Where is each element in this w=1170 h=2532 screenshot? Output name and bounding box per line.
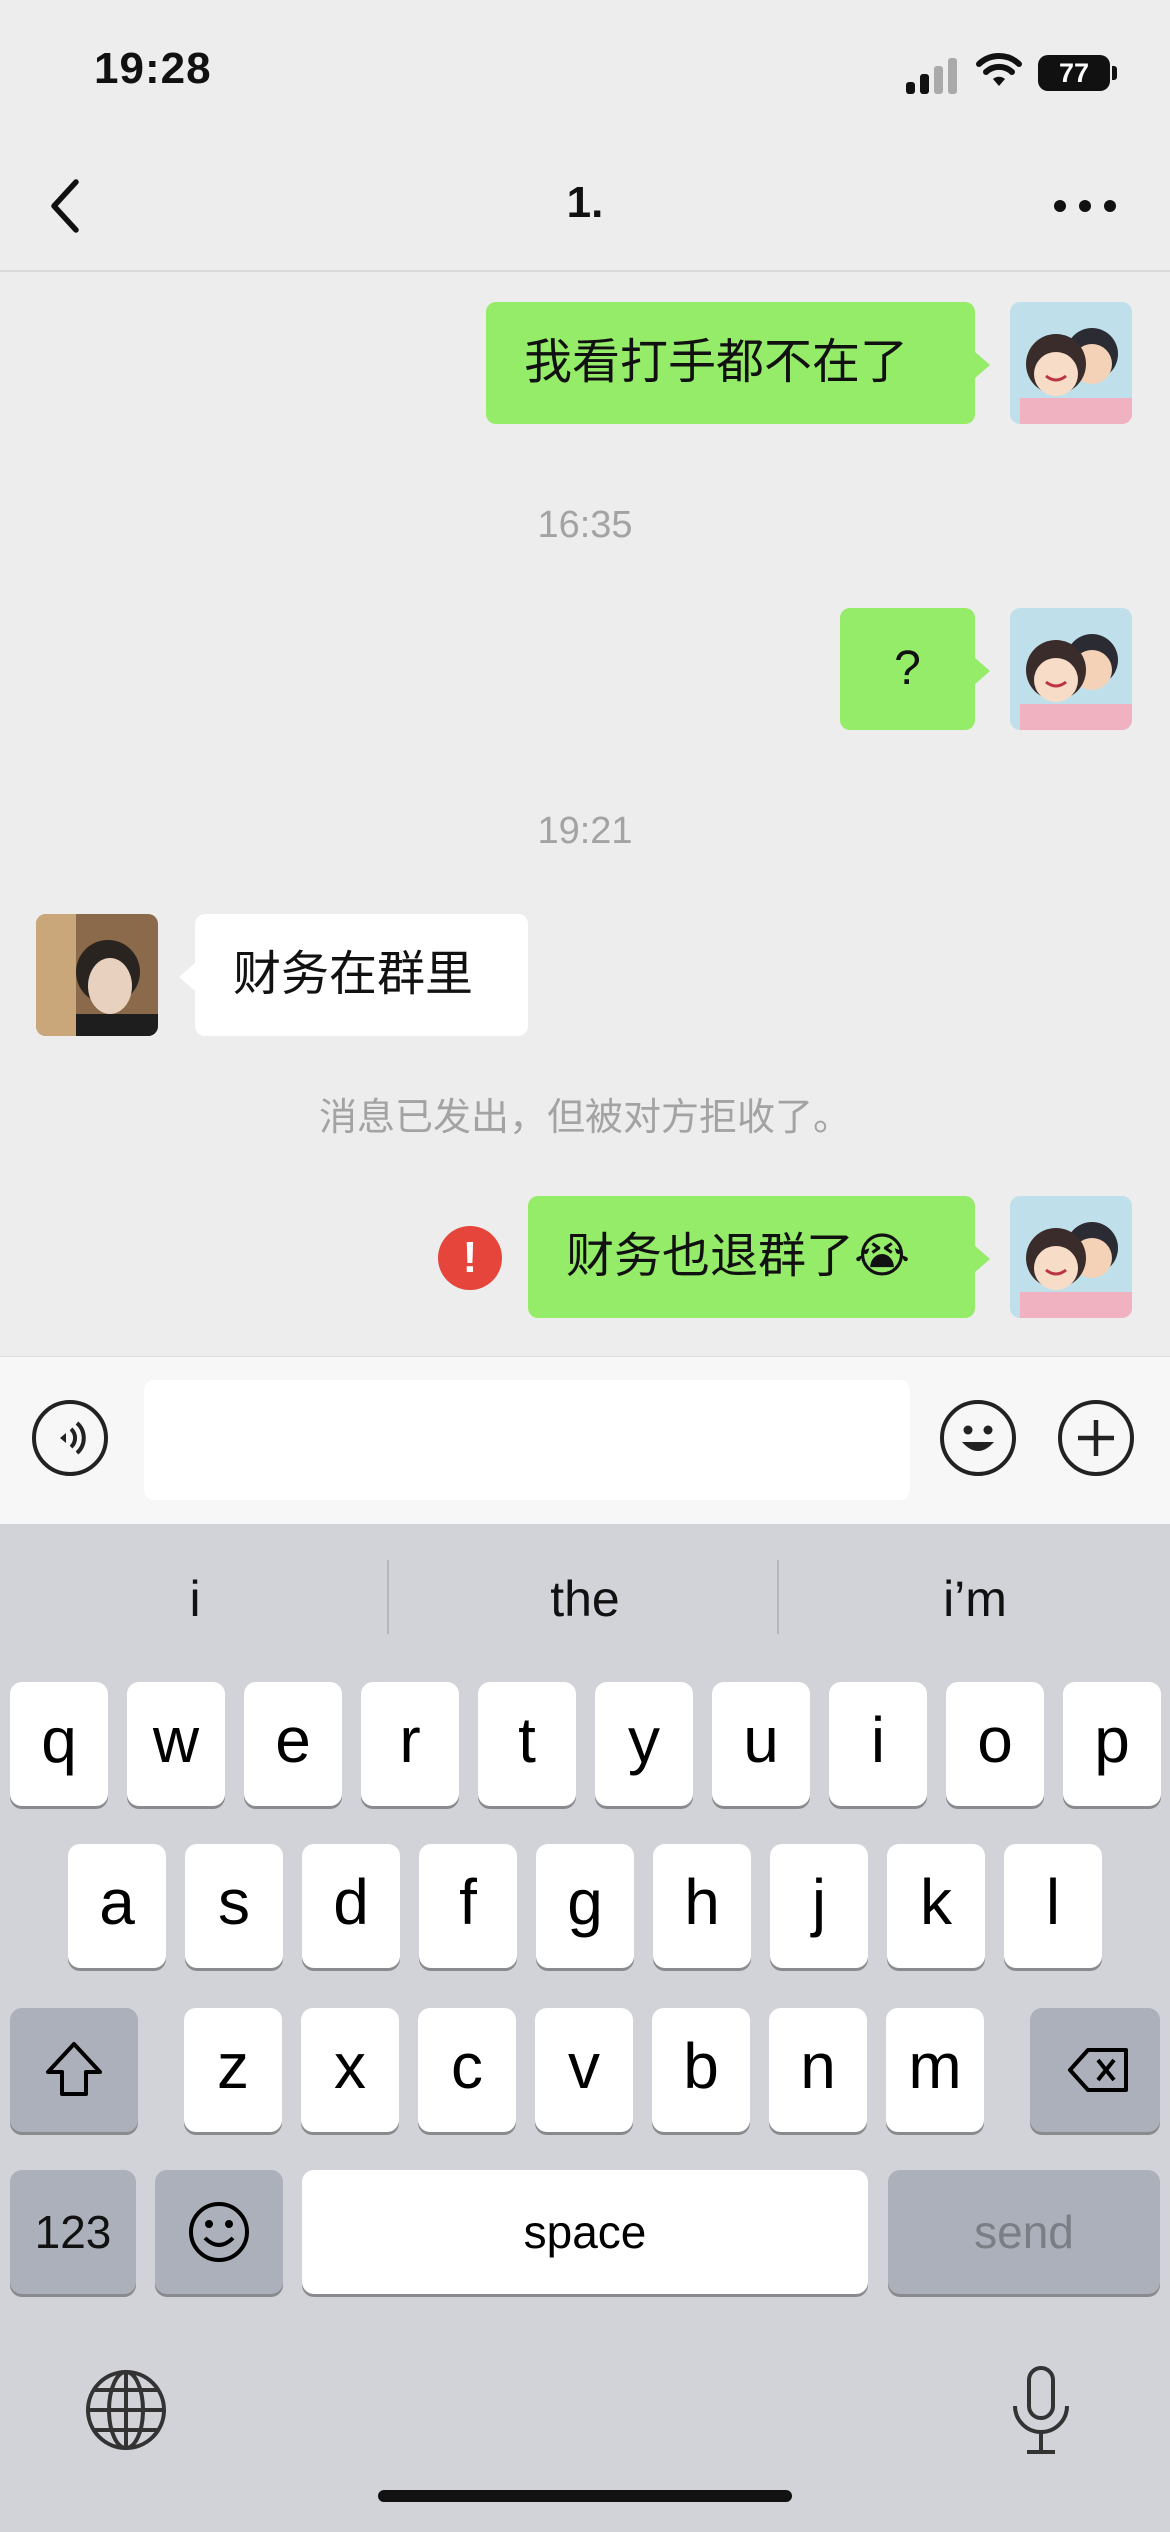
plus-icon [1078,1420,1114,1456]
home-indicator [378,2490,792,2502]
message-bubble-sent[interactable]: 我看打手都不在了 [486,302,975,424]
backspace-icon [1068,2048,1128,2092]
key-n[interactable]: n [769,2008,867,2132]
key-h[interactable]: h [653,1844,751,1968]
key-l[interactable]: l [1004,1844,1102,1968]
shift-icon [46,2042,102,2096]
send-key[interactable]: send [888,2170,1160,2294]
bubble-tail [974,657,990,685]
message-bubble-sent[interactable]: 财务也退群了😭 [528,1196,975,1318]
emoji-icon [189,2202,249,2262]
battery-cap [1112,66,1117,80]
key-q[interactable]: q [10,1682,108,1806]
key-f[interactable]: f [419,1844,517,1968]
key-w[interactable]: w [127,1682,225,1806]
key-k[interactable]: k [887,1844,985,1968]
key-s[interactable]: s [185,1844,283,1968]
system-notice: 消息已发出，但被对方拒收了。 [318,1097,851,1139]
suggestion[interactable]: i [0,1570,390,1628]
bubble-tail [974,1245,990,1273]
my-avatar[interactable] [1010,608,1132,730]
voice-input-button[interactable] [32,1400,108,1476]
status-time: 19:28 [94,44,212,93]
key-c[interactable]: c [418,2008,516,2132]
key-y[interactable]: y [595,1682,693,1806]
space-key[interactable]: space [302,2170,868,2294]
chat-title: 1. [566,178,604,227]
key-j[interactable]: j [770,1844,868,1968]
key-e[interactable]: e [244,1682,342,1806]
key-v[interactable]: v [535,2008,633,2132]
suggestion[interactable]: i’m [780,1570,1170,1628]
numbers-key[interactable]: 123 [10,2170,136,2294]
more-functions-button[interactable] [1058,1400,1134,1476]
cellular-signal-icon [906,54,958,94]
nav-divider [0,270,1170,272]
avatar-illustration [1010,608,1132,730]
message-bubble-received[interactable]: 财务在群里 [195,914,528,1036]
send-failed-icon[interactable]: ! [438,1226,502,1290]
key-b[interactable]: b [652,2008,750,2132]
key-o[interactable]: o [946,1682,1044,1806]
key-p[interactable]: p [1063,1682,1161,1806]
my-avatar[interactable] [1010,1196,1132,1318]
key-g[interactable]: g [536,1844,634,1968]
key-a[interactable]: a [68,1844,166,1968]
message-input[interactable] [144,1380,910,1500]
bubble-tail [179,963,195,991]
emoji-button[interactable] [940,1400,1016,1476]
suggestion-divider [387,1560,389,1634]
contact-avatar[interactable] [36,914,158,1036]
key-t[interactable]: t [478,1682,576,1806]
wifi-icon [976,53,1022,86]
avatar-illustration [1010,1196,1132,1318]
message-bubble-sent[interactable]: ? [840,608,975,730]
emoji-keyboard-key[interactable] [155,2170,283,2294]
microphone-icon[interactable] [1006,2364,1076,2458]
bubble-tail [974,351,990,379]
suggestion[interactable]: the [390,1570,780,1628]
globe-icon[interactable] [84,2368,168,2452]
key-u[interactable]: u [712,1682,810,1806]
my-avatar[interactable] [1010,302,1132,424]
shift-key[interactable] [10,2008,138,2132]
emoji-icon [962,1425,994,1451]
more-options-icon[interactable] [1050,196,1120,216]
key-m[interactable]: m [886,2008,984,2132]
delete-key[interactable] [1030,2008,1160,2132]
avatar-illustration [1010,302,1132,424]
key-d[interactable]: d [302,1844,400,1968]
timestamp: 16:35 [537,504,633,546]
voice-icon [60,1421,86,1455]
key-z[interactable]: z [184,2008,282,2132]
key-i[interactable]: i [829,1682,927,1806]
timestamp: 19:21 [537,810,633,852]
key-r[interactable]: r [361,1682,459,1806]
avatar-photo [36,914,158,1036]
battery-indicator: 77 [1038,55,1110,91]
key-x[interactable]: x [301,2008,399,2132]
suggestion-divider [777,1560,779,1634]
